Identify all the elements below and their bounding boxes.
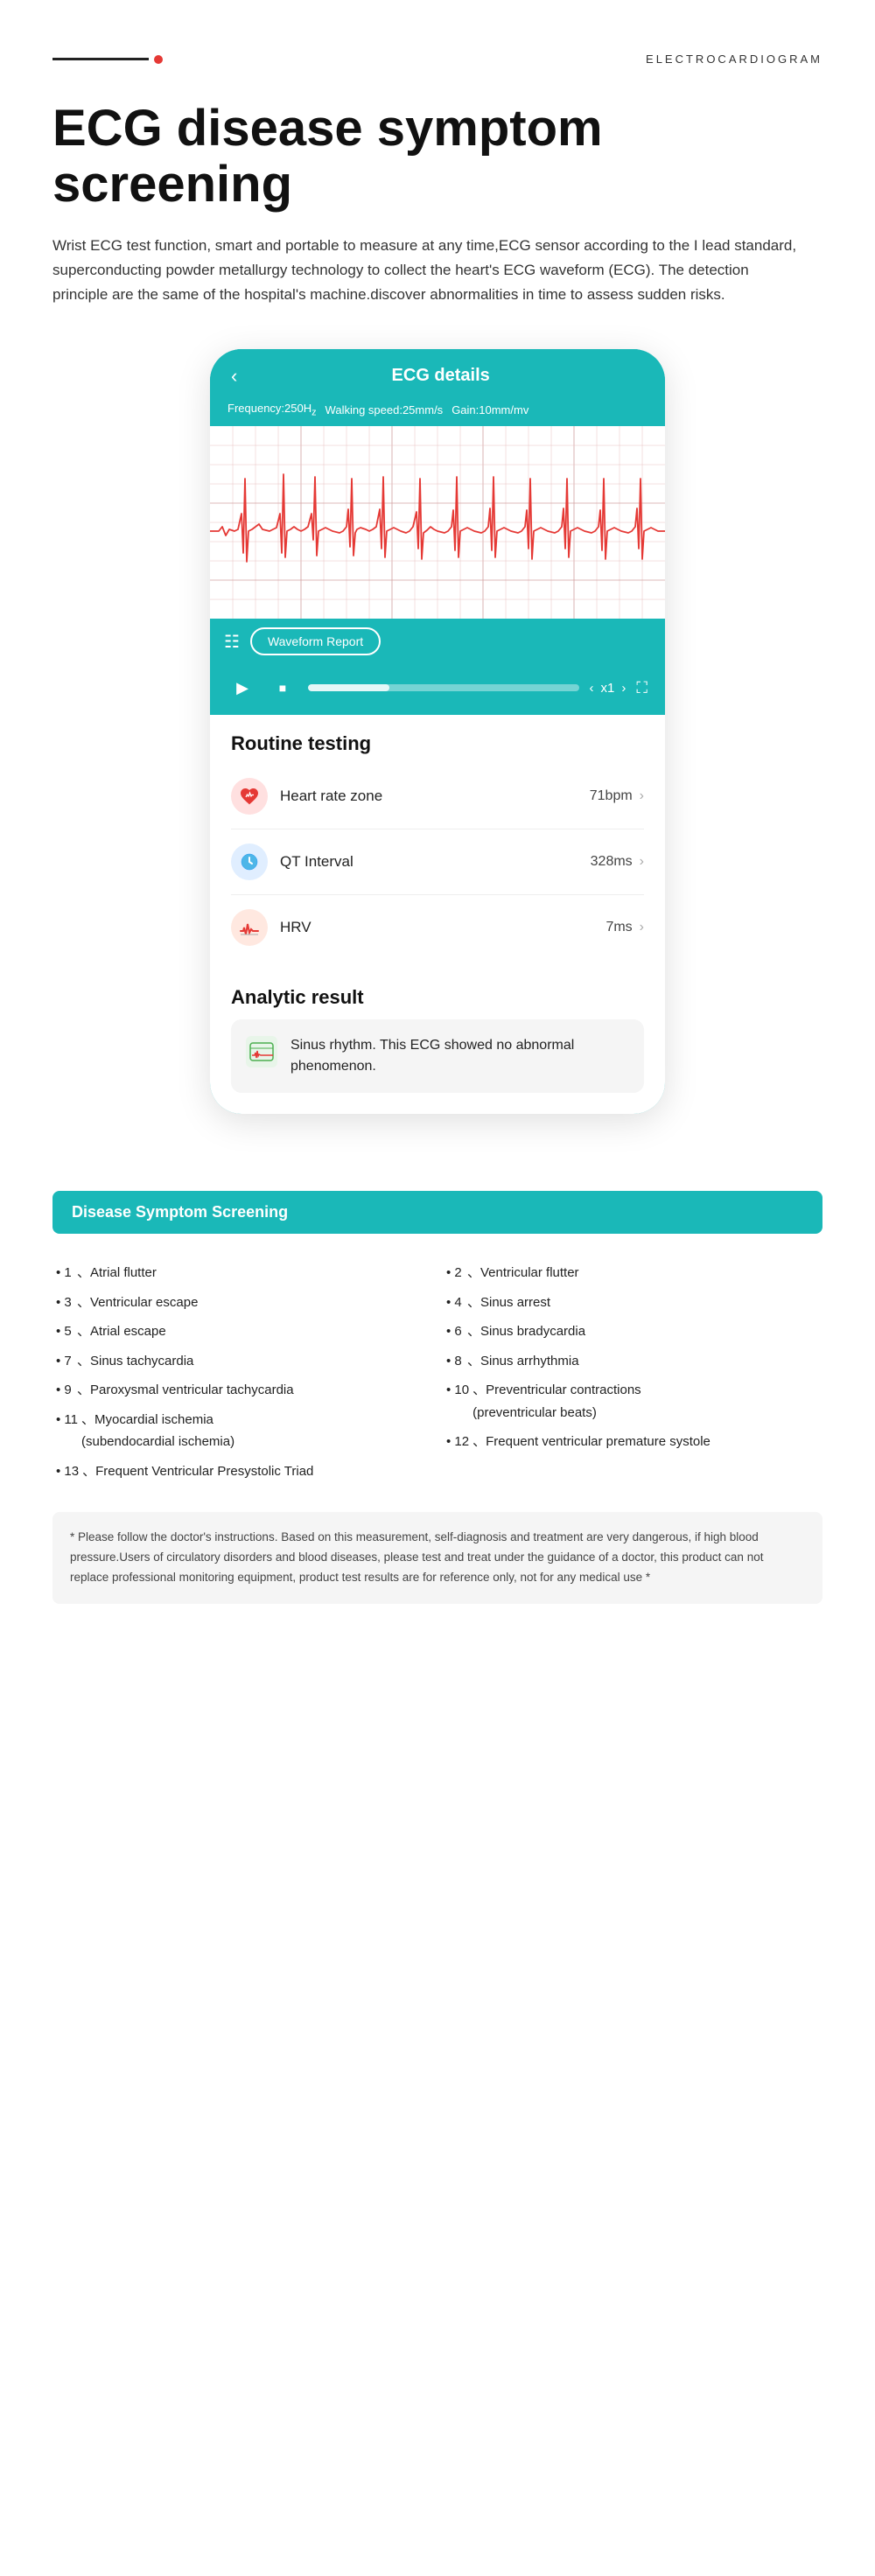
footer-note: * Please follow the doctor's instruction… (52, 1512, 822, 1604)
disease-item-9: • 9 、Paroxysmal ventricular tachycardia (56, 1376, 429, 1405)
qt-interval-label: QT Interval (280, 853, 591, 871)
analytic-ecg-icon (245, 1035, 278, 1068)
qt-interval-icon (231, 844, 268, 880)
heart-rate-label: Heart rate zone (280, 788, 590, 805)
gain: Gain:10mm/mv (452, 403, 528, 416)
speed-next-icon[interactable]: › (621, 681, 626, 696)
qt-interval-value: 328ms (591, 854, 633, 870)
progress-bar-fill (308, 684, 389, 691)
back-button[interactable]: ‹ (231, 365, 237, 388)
ecg-header-title: ECG details (237, 366, 644, 386)
disease-list-container: • 1 、Atrial flutter • 3 、Ventricular esc… (52, 1258, 822, 1486)
progress-bar[interactable] (308, 684, 579, 691)
hrv-value: 7ms (606, 920, 632, 935)
disease-item-5: • 5 、Atrial escape (56, 1317, 429, 1347)
routine-section: Routine testing Heart rate zone 71bpm › (210, 715, 665, 969)
hrv-label: HRV (280, 919, 606, 936)
disease-item-12: • 12 、Frequent ventricular premature sys… (446, 1427, 819, 1457)
analytic-result-text: Sinus rhythm. This ECG showed no abnorma… (290, 1035, 630, 1077)
disease-item-13: • 13 、Frequent Ventricular Presystolic T… (56, 1457, 429, 1487)
heart-rate-arrow: › (640, 788, 644, 804)
disease-item-7: • 7 、Sinus tachycardia (56, 1347, 429, 1376)
speed-control[interactable]: ‹ x1 › (590, 681, 626, 696)
ecg-header: ‹ ECG details (210, 349, 665, 396)
hero-description: Wrist ECG test function, smart and porta… (52, 234, 805, 307)
metric-row-hrv[interactable]: HRV 7ms › (231, 895, 644, 960)
top-bar-left (52, 55, 163, 64)
walking-speed: Walking speed:25mm/s (326, 403, 444, 416)
top-bar-line (52, 58, 149, 60)
metric-row-heart[interactable]: Heart rate zone 71bpm › (231, 764, 644, 830)
stop-button[interactable]: ■ (268, 673, 298, 703)
ecg-controls: ▶ ■ ‹ x1 › ⛶ (210, 664, 665, 715)
analytic-section: Analytic result Sinus rhythm. This ECG s… (210, 969, 665, 1114)
waveform-report-button[interactable]: Waveform Report (250, 627, 381, 655)
ecg-graph-container: ☷ Waveform Report (210, 426, 665, 664)
disease-item-2: • 2 、Ventricular flutter (446, 1258, 819, 1288)
disease-list-right: • 2 、Ventricular flutter • 4 、Sinus arre… (446, 1258, 819, 1486)
page-wrapper: ELECTROCARDIOGRAM ECG disease symptom sc… (0, 0, 875, 1604)
analytic-box: Sinus rhythm. This ECG showed no abnorma… (231, 1019, 644, 1093)
frequency-val: 250Hz (284, 402, 317, 415)
heart-rate-value: 71bpm (590, 788, 633, 804)
disease-item-11: • 11 、Myocardial ischemia(subendocardial… (56, 1405, 429, 1457)
expand-button[interactable]: ⛶ (636, 679, 648, 697)
waveform-list-icon: ☷ (224, 631, 240, 653)
ecg-graph-footer: ☷ Waveform Report (210, 619, 665, 664)
routine-title: Routine testing (231, 732, 644, 755)
ecg-meta: Frequency:250Hz Walking speed:25mm/s Gai… (210, 396, 665, 427)
disease-item-1: • 1 、Atrial flutter (56, 1258, 429, 1288)
hrv-arrow: › (640, 920, 644, 935)
disease-section: Disease Symptom Screening • 1 、Atrial fl… (0, 1149, 875, 1486)
frequency-label: Frequency:250Hz (228, 402, 317, 418)
analytic-title: Analytic result (231, 986, 644, 1009)
qt-interval-arrow: › (640, 854, 644, 870)
play-button[interactable]: ▶ (228, 673, 257, 703)
speed-prev-icon[interactable]: ‹ (590, 681, 594, 696)
electrocardiogram-label: ELECTROCARDIOGRAM (646, 52, 822, 66)
disease-screening-header: Disease Symptom Screening (52, 1191, 822, 1234)
heart-rate-icon (231, 778, 268, 815)
disease-item-3: • 3 、Ventricular escape (56, 1288, 429, 1318)
top-bar-dot (154, 55, 163, 64)
disease-item-10: • 10 、Preventricular contractions(preven… (446, 1376, 819, 1427)
disease-item-8: • 8 、Sinus arrhythmia (446, 1347, 819, 1376)
hrv-icon (231, 909, 268, 946)
metric-row-qt[interactable]: QT Interval 328ms › (231, 830, 644, 895)
main-title: ECG disease symptom screening (52, 101, 822, 213)
phone-mockup: ‹ ECG details Frequency:250Hz Walking sp… (210, 349, 665, 1115)
speed-value: x1 (601, 681, 615, 696)
disease-list-left: • 1 、Atrial flutter • 3 、Ventricular esc… (56, 1258, 429, 1486)
top-section: ELECTROCARDIOGRAM ECG disease symptom sc… (0, 0, 875, 1149)
disease-item-6: • 6 、Sinus bradycardia (446, 1317, 819, 1347)
disease-item-4: • 4 、Sinus arrest (446, 1288, 819, 1318)
top-bar: ELECTROCARDIOGRAM (52, 52, 822, 66)
ecg-waveform-svg (210, 426, 665, 619)
